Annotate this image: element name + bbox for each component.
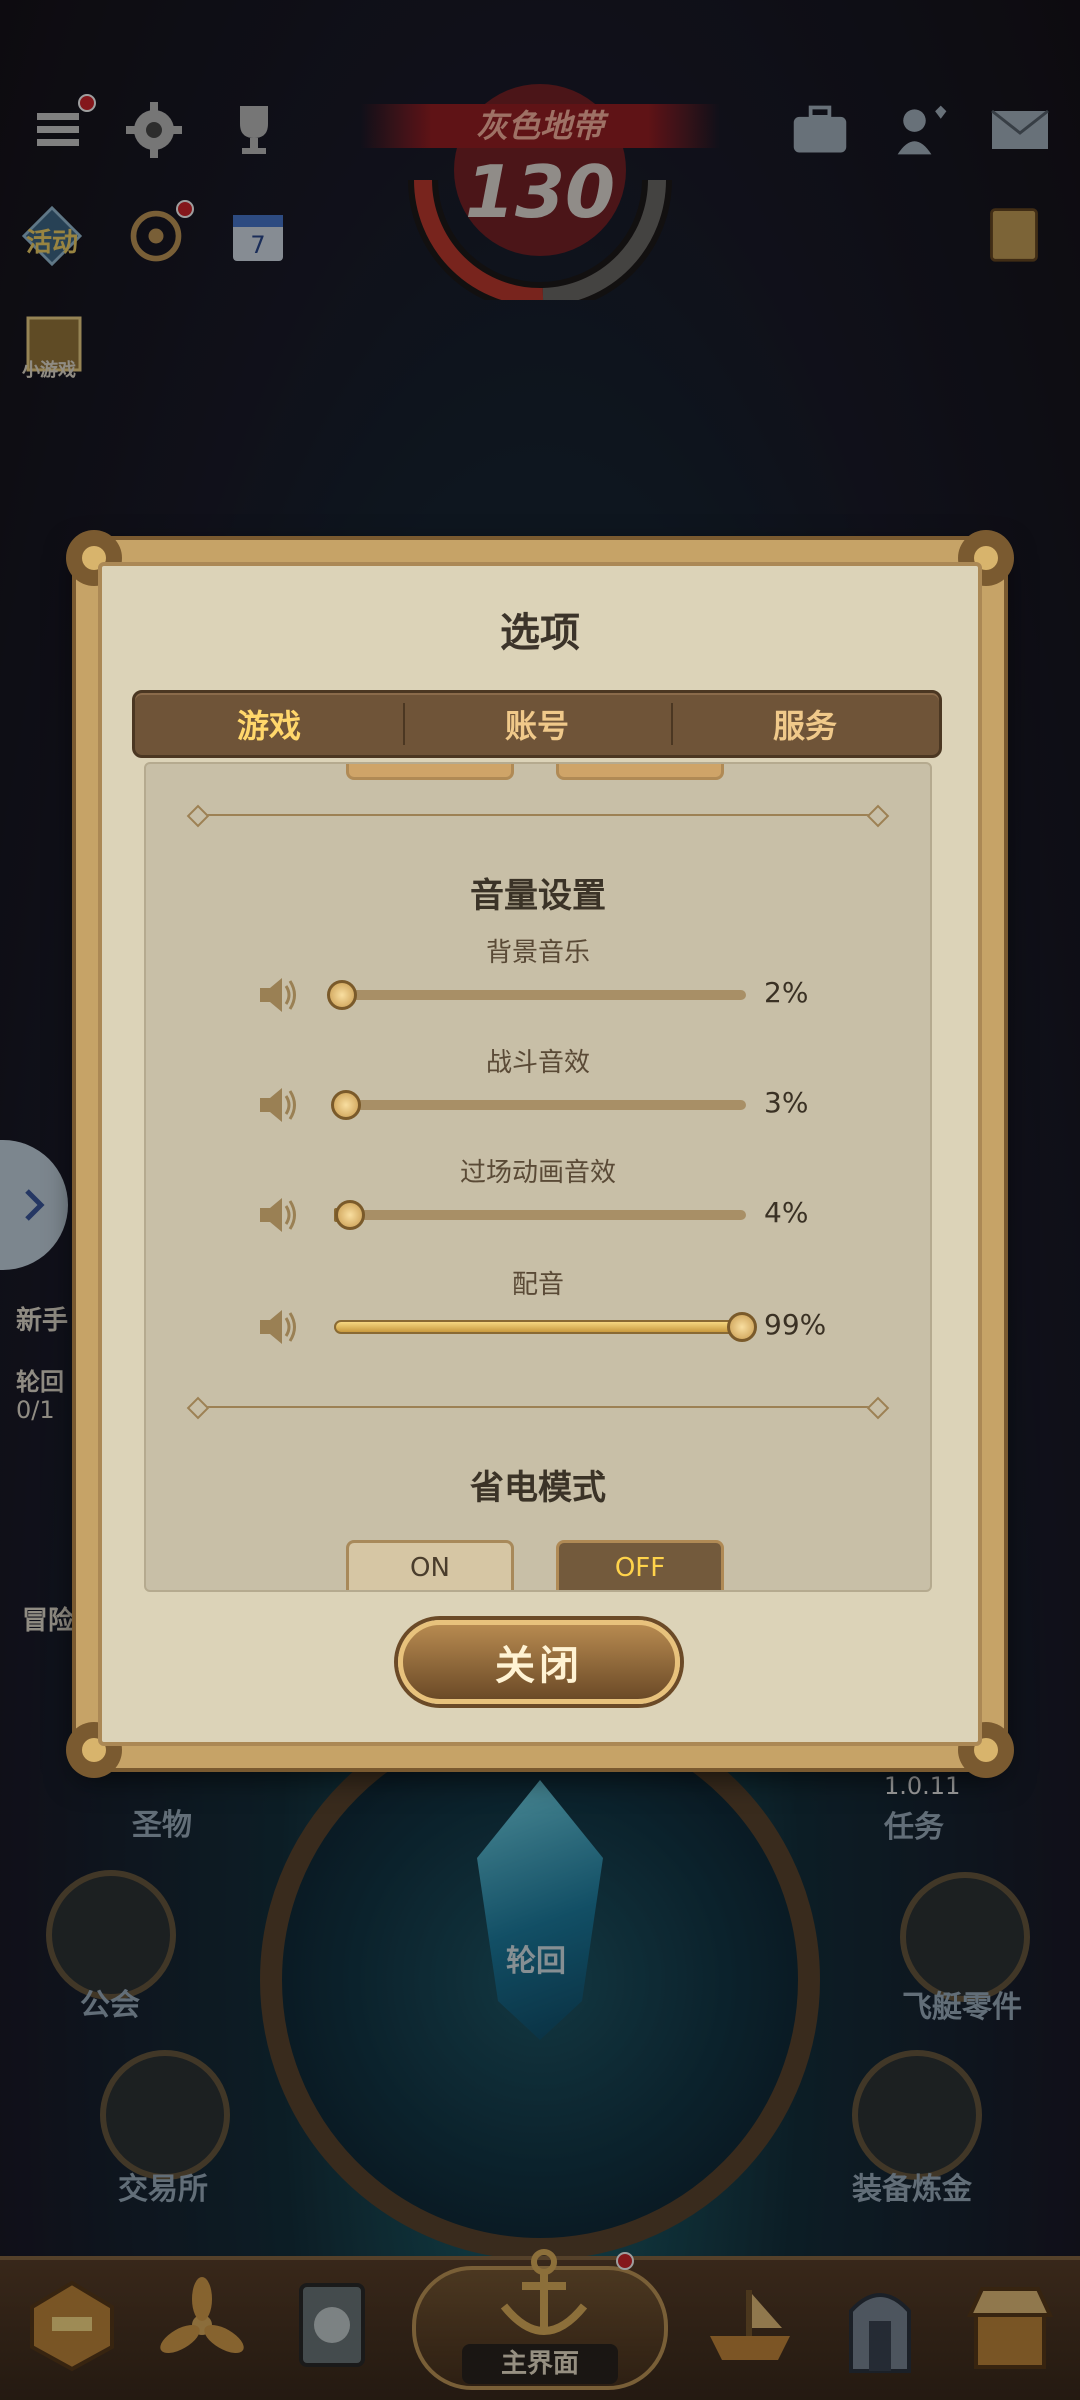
speaker-icon[interactable] xyxy=(258,976,298,1014)
tab-game[interactable]: 游戏 xyxy=(135,693,403,755)
slider-knob[interactable] xyxy=(331,1090,362,1120)
slider-knob[interactable] xyxy=(726,1312,757,1342)
section-divider xyxy=(196,1406,880,1408)
slider-knob[interactable] xyxy=(327,980,358,1010)
slider-row-battle-sfx: 3% xyxy=(146,1080,930,1130)
bgm-slider[interactable] xyxy=(327,980,746,1010)
modal-title: 选项 xyxy=(500,610,580,656)
slider-row-cutscene-sfx: 4% xyxy=(146,1190,930,1240)
cutscene-sfx-slider[interactable] xyxy=(334,1200,746,1230)
slider-label-voice: 配音 xyxy=(511,1270,564,1300)
speaker-icon[interactable] xyxy=(258,1086,298,1124)
voice-value: 99% xyxy=(764,1308,827,1341)
options-modal: 选项 游戏 账号 服务 音量设置 背景音乐 2% 战斗音效 3% 过场动画音效 … xyxy=(66,530,1014,1778)
options-tab-bar: 游戏 账号 服务 xyxy=(132,690,942,758)
slider-knob[interactable] xyxy=(335,1200,366,1230)
battle-sfx-slider[interactable] xyxy=(331,1090,746,1120)
slider-label-cutscene-sfx: 过场动画音效 xyxy=(459,1158,616,1188)
cutscene-sfx-value: 4% xyxy=(764,1196,809,1229)
slider-fill xyxy=(334,1320,742,1334)
volume-section-title: 音量设置 xyxy=(470,876,606,916)
power-mode-on-button[interactable]: ON xyxy=(346,1540,514,1590)
scrolled-option-button[interactable] xyxy=(346,764,514,780)
bgm-value: 2% xyxy=(764,976,809,1009)
slider-row-bgm: 2% xyxy=(146,970,930,1020)
close-button[interactable]: 关闭 xyxy=(398,1620,680,1704)
voice-slider[interactable] xyxy=(334,1312,757,1342)
speaker-icon[interactable] xyxy=(258,1196,298,1234)
battle-sfx-value: 3% xyxy=(764,1086,809,1119)
section-divider xyxy=(196,814,880,816)
scrolled-option-button[interactable] xyxy=(556,764,724,780)
power-section-title: 省电模式 xyxy=(470,1468,606,1508)
tab-account[interactable]: 账号 xyxy=(403,693,671,755)
slider-row-voice: 99% xyxy=(146,1302,930,1352)
options-scroll-panel[interactable]: 音量设置 背景音乐 2% 战斗音效 3% 过场动画音效 4% 配音 99% 省电… xyxy=(144,762,932,1592)
slider-label-battle-sfx: 战斗音效 xyxy=(485,1048,590,1078)
tab-service[interactable]: 服务 xyxy=(671,693,939,755)
speaker-icon[interactable] xyxy=(258,1308,298,1346)
power-mode-off-button[interactable]: OFF xyxy=(556,1540,724,1590)
slider-label-bgm: 背景音乐 xyxy=(485,938,590,968)
